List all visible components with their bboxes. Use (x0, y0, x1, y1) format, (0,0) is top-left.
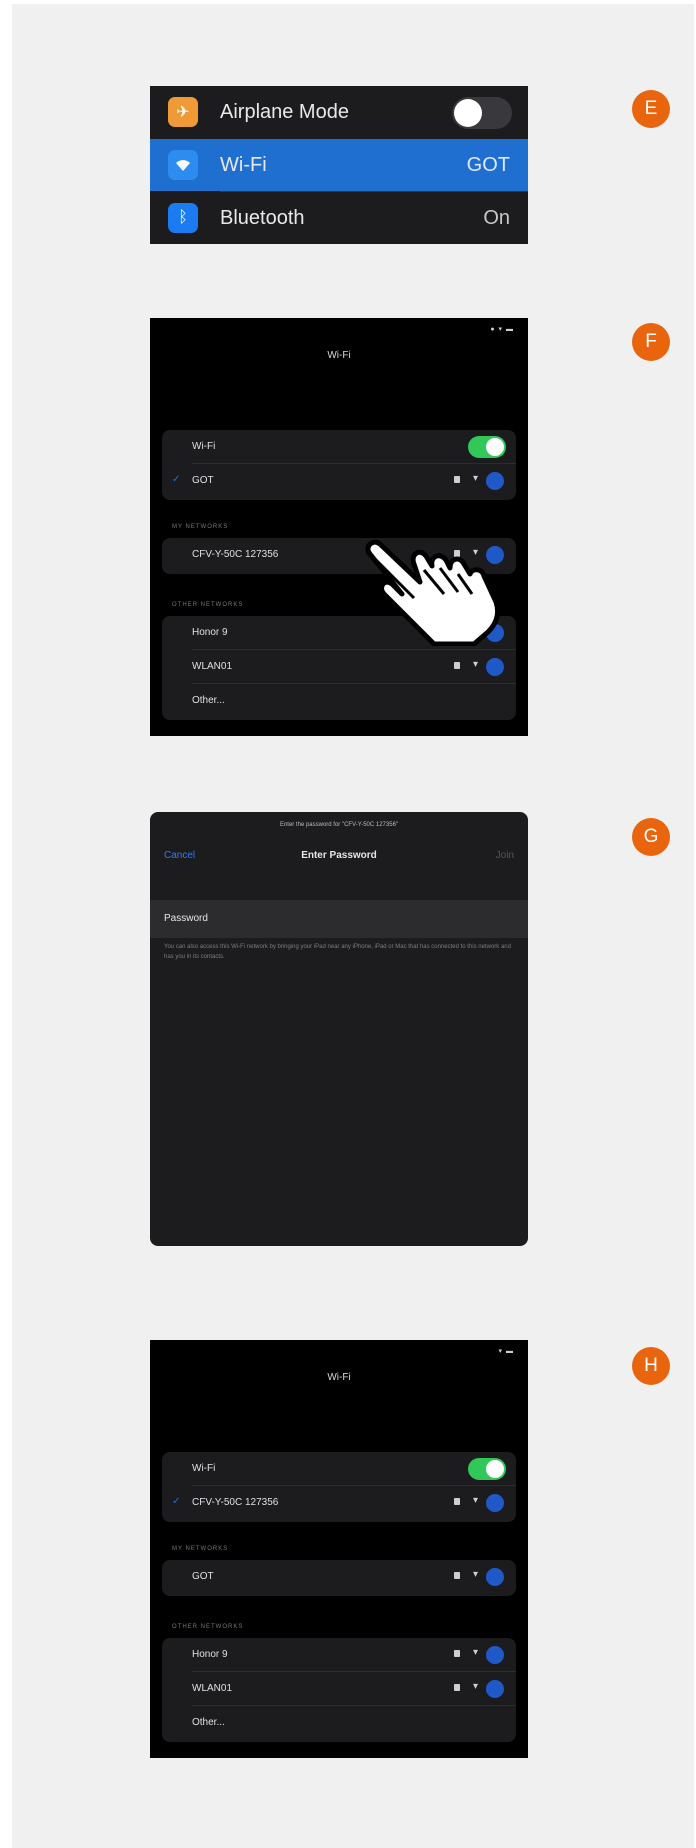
airplane-mode-toggle[interactable] (452, 97, 512, 129)
wifi-panel-after: ▾ ▬ Wi-Fi Wi-Fi ✓ CFV-Y-50C 127356 ▾ MY … (150, 1340, 528, 1758)
page-title: Wi-Fi (327, 1372, 351, 1383)
bluetooth-row[interactable]: ᛒ Bluetooth On (150, 192, 528, 244)
network-name: GOT (192, 1571, 214, 1582)
wifi-signal-icon: ▾ (472, 473, 478, 484)
password-prompt: Enter the password for "CFV-Y-50C 127356… (279, 822, 399, 828)
section-header: MY NETWORKS (172, 524, 229, 530)
toggle-knob (486, 1460, 504, 1478)
network-name: CFV-Y-50C 127356 (192, 1497, 279, 1508)
wifi-icon (168, 150, 198, 180)
wifi-row[interactable]: Wi-Fi GOT (150, 139, 528, 191)
step-badge-e: E (632, 90, 670, 128)
network-row[interactable]: Honor 9 ▾ (162, 1638, 516, 1672)
wifi-signal-icon: ▾ (472, 1647, 478, 1658)
lock-icon (454, 476, 460, 483)
toggle-knob (486, 438, 504, 456)
bluetooth-icon: ᛒ (168, 203, 198, 233)
step-badge-g: G (632, 818, 670, 856)
other-network-row[interactable]: Other... (162, 1706, 516, 1740)
checkmark-icon: ✓ (172, 1496, 181, 1507)
toggle-knob (454, 99, 482, 127)
section-header: MY NETWORKS (172, 1546, 229, 1552)
connected-network-row[interactable]: ✓ GOT ▾ (162, 464, 516, 498)
airplane-mode-label: Airplane Mode (220, 101, 349, 123)
wifi-signal-icon: ▾ (472, 659, 478, 670)
section-header: OTHER NETWORKS (172, 1624, 244, 1630)
enter-password-panel: Enter the password for "CFV-Y-50C 127356… (150, 812, 528, 1246)
info-icon[interactable] (486, 472, 504, 490)
wifi-toggle-row: Wi-Fi (162, 1452, 516, 1486)
info-icon[interactable] (486, 1568, 504, 1586)
checkmark-icon: ✓ (172, 474, 181, 485)
dialog-title: Enter Password (301, 850, 377, 861)
wifi-signal-icon: ▾ (472, 1495, 478, 1506)
airplane-icon: ✈ (168, 97, 198, 127)
join-button[interactable]: Join (496, 850, 514, 861)
network-name: GOT (192, 475, 214, 486)
wifi-toggle-row: Wi-Fi (162, 430, 516, 464)
network-name: CFV-Y-50C 127356 (192, 549, 279, 560)
settings-panel: ✈ Airplane Mode Wi-Fi GOT ᛒ Bluetooth On (150, 86, 528, 244)
network-name: WLAN01 (192, 1683, 233, 1694)
status-bar: ● ▾ ▬ (490, 326, 514, 333)
lock-icon (454, 1684, 460, 1691)
network-row[interactable]: WLAN01 ▾ (162, 650, 516, 684)
other-network-row[interactable]: Other... (162, 684, 516, 718)
lock-icon (454, 1572, 460, 1579)
info-icon[interactable] (486, 1494, 504, 1512)
wifi-toggle-label: Wi-Fi (192, 441, 216, 452)
my-networks-card: GOT ▾ (162, 1560, 516, 1596)
pointing-hand-icon (365, 539, 501, 646)
wifi-value: GOT (466, 154, 510, 176)
network-name: Honor 9 (192, 627, 228, 638)
password-label: Password (164, 913, 208, 924)
password-hint: You can also access this Wi-Fi network b… (164, 944, 511, 960)
airplane-mode-row[interactable]: ✈ Airplane Mode (150, 86, 528, 138)
wifi-toggle[interactable] (468, 1458, 506, 1480)
info-icon[interactable] (486, 658, 504, 676)
lock-icon (454, 662, 460, 669)
step-badge-f: F (632, 323, 670, 361)
wifi-card: Wi-Fi ✓ CFV-Y-50C 127356 ▾ (162, 1452, 516, 1522)
other-networks-card: Honor 9 ▾ WLAN01 ▾ Other... (162, 1638, 516, 1742)
status-bar: ▾ ▬ (498, 1348, 514, 1355)
info-icon[interactable] (486, 1646, 504, 1664)
section-header: OTHER NETWORKS (172, 602, 244, 608)
step-badge-h: H (632, 1347, 670, 1385)
password-field[interactable]: Password (150, 900, 528, 938)
info-icon[interactable] (486, 1680, 504, 1698)
wifi-signal-icon: ▾ (472, 1569, 478, 1580)
bluetooth-label: Bluetooth (220, 207, 305, 229)
lock-icon (454, 1498, 460, 1505)
wifi-toggle-label: Wi-Fi (192, 1463, 216, 1474)
network-row[interactable]: WLAN01 ▾ (162, 1672, 516, 1706)
wifi-card: Wi-Fi ✓ GOT ▾ (162, 430, 516, 500)
other-label: Other... (192, 695, 225, 706)
wifi-signal-icon: ▾ (472, 1681, 478, 1692)
network-row[interactable]: GOT ▾ (162, 1560, 516, 1594)
other-label: Other... (192, 1717, 225, 1728)
network-name: WLAN01 (192, 661, 233, 672)
wifi-label: Wi-Fi (220, 154, 267, 176)
page-title: Wi-Fi (327, 350, 351, 361)
network-name: Honor 9 (192, 1649, 228, 1660)
lock-icon (454, 1650, 460, 1657)
wifi-toggle[interactable] (468, 436, 506, 458)
bluetooth-value: On (483, 207, 510, 229)
connected-network-row[interactable]: ✓ CFV-Y-50C 127356 ▾ (162, 1486, 516, 1520)
